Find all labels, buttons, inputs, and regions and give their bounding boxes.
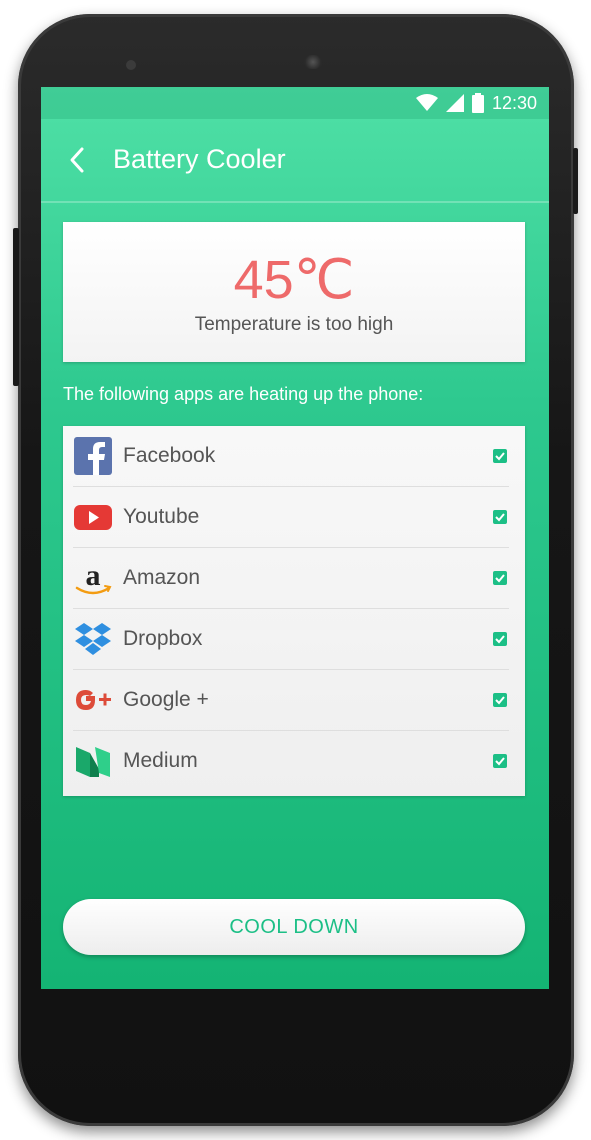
checkbox[interactable] (493, 571, 507, 585)
temperature-value: 45℃ (233, 250, 355, 310)
app-name: Youtube (123, 505, 200, 528)
youtube-icon (74, 505, 112, 530)
app-bar: Battery Cooler (41, 119, 549, 203)
app-list: Facebook Youtube a Amazon Dropbox Google… (63, 426, 525, 796)
checkbox[interactable] (493, 510, 507, 524)
volume-button (13, 228, 19, 386)
battery-icon (471, 93, 484, 113)
temperature-card: 45℃ Temperature is too high (63, 222, 525, 362)
page-title: Battery Cooler (113, 144, 286, 174)
cell-signal-icon (445, 94, 464, 112)
power-button (573, 148, 578, 214)
app-name: Google + (123, 688, 209, 711)
wifi-icon (415, 94, 438, 111)
svg-text:a: a (86, 559, 101, 592)
app-screen: 12:30 Battery Cooler 45℃ Temperature is … (41, 87, 549, 989)
list-item[interactable]: Medium (63, 731, 525, 792)
app-name: Dropbox (123, 627, 203, 650)
app-name: Medium (123, 749, 198, 772)
cool-down-label: COOL DOWN (229, 915, 359, 938)
apps-heading: The following apps are heating up the ph… (63, 384, 424, 404)
chevron-left-icon[interactable] (63, 145, 93, 175)
checkbox[interactable] (493, 449, 507, 463)
list-item[interactable]: Google + (63, 670, 525, 731)
amazon-icon: a (75, 559, 112, 595)
checkbox[interactable] (493, 632, 507, 646)
app-name: Facebook (123, 444, 216, 467)
app-name: Amazon (123, 566, 201, 589)
google-plus-icon (76, 690, 111, 710)
temperature-message: Temperature is too high (194, 314, 394, 335)
facebook-icon (74, 437, 112, 475)
checkbox[interactable] (493, 754, 507, 768)
medium-icon (76, 747, 110, 777)
earpiece-speaker (304, 55, 322, 69)
list-item[interactable]: a Amazon (63, 548, 525, 609)
checkbox[interactable] (493, 693, 507, 707)
dropbox-icon (75, 623, 111, 655)
status-bar: 12:30 (41, 87, 549, 119)
front-camera (126, 60, 136, 70)
list-item[interactable]: Dropbox (63, 609, 525, 670)
list-item[interactable]: Facebook (63, 426, 525, 487)
status-time: 12:30 (491, 92, 537, 113)
cool-down-button[interactable]: COOL DOWN (63, 899, 525, 955)
list-item[interactable]: Youtube (63, 487, 525, 548)
